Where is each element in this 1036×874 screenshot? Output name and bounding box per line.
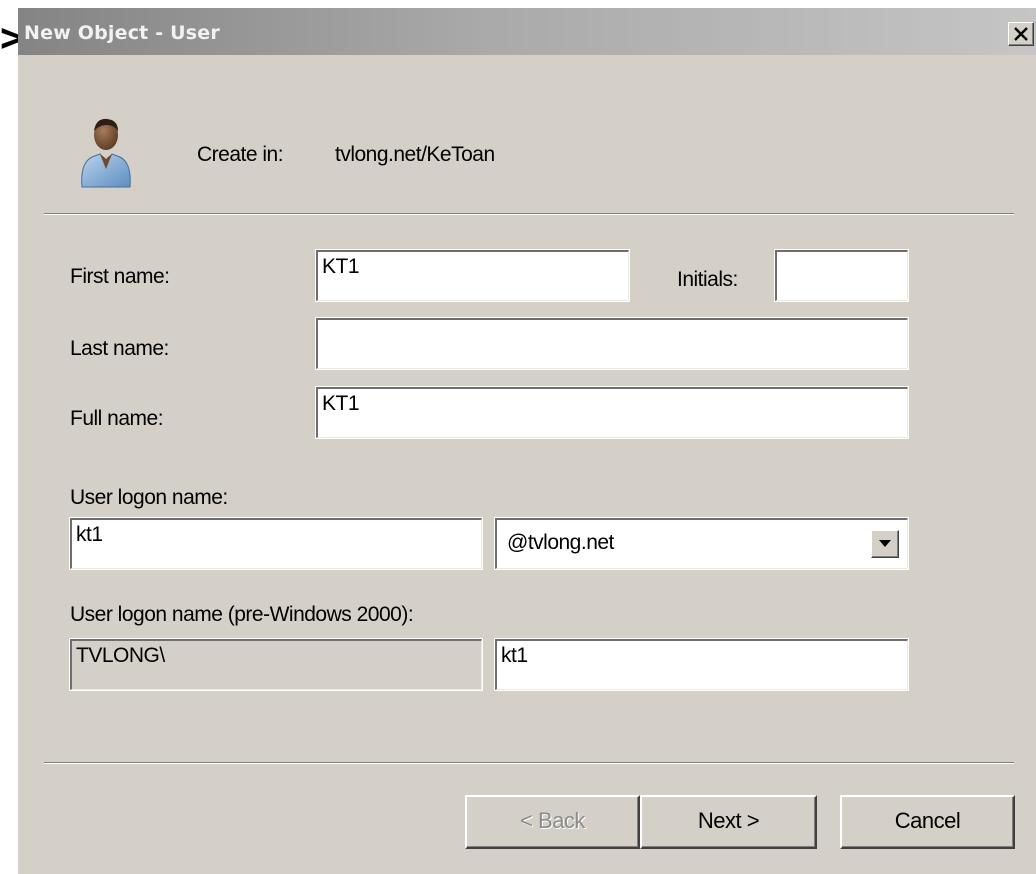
initials-label: Initials: — [677, 268, 738, 291]
new-object-user-dialog: New Object - User Create in: tvlong.net/… — [18, 8, 1036, 874]
full-name-field[interactable]: KT1 — [315, 386, 909, 439]
last-name-field[interactable] — [315, 317, 909, 370]
create-in-path: tvlong.net/KeToan — [335, 143, 495, 166]
header-separator — [44, 213, 1014, 215]
pre2000-label: User logon name (pre-Windows 2000): — [70, 603, 414, 626]
chevron-down-icon — [879, 540, 891, 547]
full-name-label: Full name: — [70, 407, 164, 430]
window-title: New Object - User — [24, 22, 220, 44]
cancel-button[interactable]: Cancel — [840, 795, 1015, 849]
create-in-label: Create in: — [197, 143, 284, 166]
domain-dropdown-button[interactable] — [871, 530, 899, 558]
next-button[interactable]: Next > — [640, 795, 817, 849]
logon-name-field[interactable]: kt1 — [69, 517, 483, 570]
close-icon — [1014, 27, 1028, 41]
close-button[interactable] — [1008, 22, 1034, 46]
first-name-field[interactable]: KT1 — [315, 249, 630, 302]
pre2000-name-field[interactable]: kt1 — [494, 638, 909, 691]
last-name-label: Last name: — [70, 337, 169, 360]
user-icon — [81, 118, 131, 188]
pre2000-domain-field: TVLONG\ — [69, 638, 483, 691]
domain-suffix-select[interactable]: @tvlong.net — [494, 517, 909, 570]
back-button[interactable]: < Back — [465, 795, 640, 849]
footer-separator — [44, 762, 1014, 764]
first-name-label: First name: — [70, 265, 170, 288]
domain-suffix-value: @tvlong.net — [507, 531, 614, 554]
initials-field[interactable] — [774, 249, 909, 302]
logon-name-label: User logon name: — [70, 486, 228, 509]
title-bar[interactable]: New Object - User — [18, 8, 1036, 55]
